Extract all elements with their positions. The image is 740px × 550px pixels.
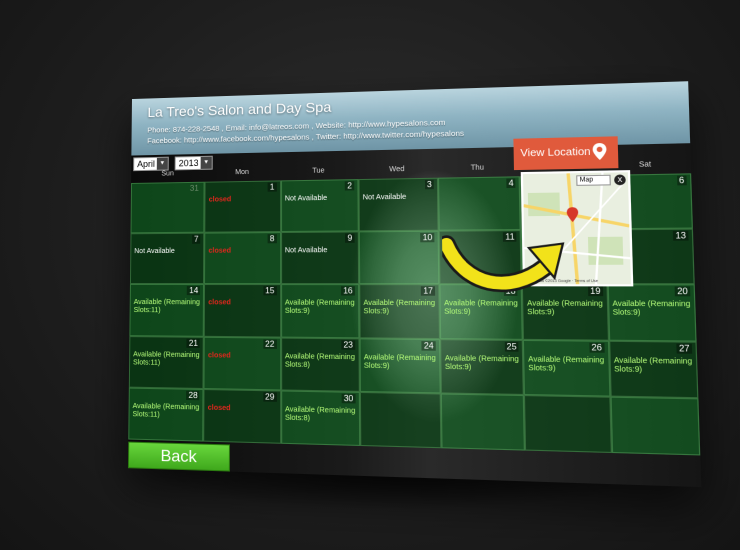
- day-number: 23: [341, 339, 356, 350]
- day-number: 28: [186, 390, 200, 401]
- calendar-day-cell: 8 closed: [204, 232, 281, 285]
- view-location-label: View Location: [520, 146, 591, 160]
- day-status[interactable]: Available (Remaining Slots:9): [528, 356, 608, 375]
- month-select-value: April: [137, 158, 155, 170]
- calendar-day-cell: 22 closed: [203, 336, 281, 391]
- year-select-value: 2013: [178, 158, 199, 169]
- day-number: 6: [676, 175, 687, 186]
- calendar-day-cell[interactable]: 30 Available (Remaining Slots:8): [280, 390, 361, 446]
- calendar-day-cell[interactable]: 25 Available (Remaining Slots:9): [440, 338, 525, 395]
- calendar-day-cell[interactable]: 24 Available (Remaining Slots:9): [359, 337, 441, 394]
- year-select[interactable]: 2013 ▾: [174, 155, 213, 171]
- map-type-select[interactable]: Map: [576, 174, 611, 186]
- day-number: 9: [345, 233, 355, 243]
- day-status[interactable]: Available (Remaining Slots:8): [285, 353, 359, 371]
- day-number: 13: [672, 230, 689, 241]
- day-number: 20: [674, 286, 691, 297]
- calendar-day-cell: 2 Not Available: [280, 179, 359, 233]
- calendar-day-cell[interactable]: 14 Available (Remaining Slots:11): [129, 284, 205, 337]
- day-status[interactable]: Available (Remaining Slots:9): [612, 301, 694, 319]
- calendar-day-cell: [440, 393, 526, 451]
- day-status: Not Available: [284, 194, 328, 203]
- day-status: closed: [207, 404, 231, 413]
- day-status[interactable]: Available (Remaining Slots:8): [285, 406, 359, 425]
- day-status: Not Available: [284, 247, 328, 255]
- day-status[interactable]: Available (Remaining Slots:9): [614, 357, 697, 376]
- day-number: 29: [262, 391, 277, 402]
- map-pin-icon: [592, 142, 607, 161]
- day-status[interactable]: Available (Remaining Slots:11): [134, 299, 204, 315]
- calendar-day-cell: 7 Not Available: [129, 232, 205, 285]
- day-status: closed: [208, 196, 232, 204]
- view-location-button[interactable]: View Location: [513, 136, 619, 171]
- weekday-label: Tue: [312, 167, 325, 175]
- day-number: 19: [587, 286, 603, 297]
- calendar-day-cell[interactable]: 26 Available (Remaining Slots:9): [523, 339, 611, 397]
- day-number: 10: [420, 233, 435, 243]
- calendar-day-cell: [610, 396, 701, 456]
- day-status[interactable]: Available (Remaining Slots:9): [364, 354, 440, 372]
- calendar-day-cell: 29 closed: [203, 388, 281, 444]
- day-number: 26: [589, 342, 605, 353]
- day-status[interactable]: Available (Remaining Slots:9): [363, 300, 438, 317]
- calendar-panel: La Treo's Salon and Day Spa Phone: 874-2…: [127, 81, 702, 488]
- calendar-day-cell: 3 Not Available: [358, 177, 439, 232]
- day-number: 21: [186, 338, 200, 348]
- day-number: 15: [263, 286, 277, 296]
- day-number: 27: [676, 343, 693, 354]
- day-number: 4: [506, 178, 516, 189]
- day-number: 1: [267, 182, 277, 192]
- day-status: closed: [208, 247, 232, 255]
- calendar-day-cell[interactable]: 20 Available (Remaining Slots:9): [607, 284, 697, 342]
- calendar-day-cell: 31: [130, 181, 205, 234]
- day-number: 2: [345, 181, 355, 191]
- chevron-down-icon: ▾: [156, 157, 168, 170]
- day-status[interactable]: Available (Remaining Slots:9): [285, 300, 358, 317]
- day-number: 14: [187, 286, 201, 296]
- day-status[interactable]: Available (Remaining Slots:11): [132, 403, 202, 421]
- day-status[interactable]: Available (Remaining Slots:9): [445, 355, 523, 373]
- day-number: 8: [267, 234, 277, 244]
- calendar-day-cell: 10: [358, 230, 440, 285]
- calendar-day-cell[interactable]: 28 Available (Remaining Slots:11): [128, 387, 204, 442]
- day-number: 17: [421, 286, 436, 297]
- day-number: 24: [421, 340, 436, 351]
- day-number: 31: [189, 183, 199, 193]
- day-status: closed: [208, 299, 231, 307]
- calendar-day-cell: 1 closed: [204, 180, 281, 233]
- day-number: 3: [424, 179, 434, 190]
- day-status: Not Available: [362, 193, 407, 202]
- calendar-day-cell: [359, 391, 442, 449]
- calendar-day-cell[interactable]: 23 Available (Remaining Slots:8): [280, 337, 360, 392]
- day-status: Not Available: [134, 248, 175, 256]
- weekday-label: Wed: [389, 165, 405, 174]
- month-select[interactable]: April ▾: [133, 156, 169, 172]
- day-number: 22: [263, 339, 277, 349]
- day-status: closed: [208, 351, 231, 360]
- curved-arrow-icon: [442, 211, 578, 308]
- day-number: 16: [340, 286, 355, 296]
- calendar-day-cell[interactable]: 21 Available (Remaining Slots:11): [128, 335, 205, 389]
- day-number: 7: [191, 234, 201, 244]
- calendar-day-cell[interactable]: 16 Available (Remaining Slots:9): [280, 284, 360, 338]
- day-number: 25: [504, 341, 519, 352]
- weekday-label: Sun: [161, 170, 174, 178]
- calendar-day-cell: [524, 394, 612, 454]
- back-button[interactable]: Back: [127, 441, 230, 472]
- calendar-day-cell[interactable]: 27 Available (Remaining Slots:9): [608, 340, 699, 399]
- chevron-down-icon: ▾: [200, 156, 212, 169]
- day-number: 30: [341, 393, 356, 404]
- weekday-label: Thu: [470, 164, 485, 172]
- salon-title: La Treo's Salon and Day Spa: [147, 98, 332, 120]
- calendar-day-cell[interactable]: 17 Available (Remaining Slots:9): [358, 284, 441, 339]
- calendar-day-cell: 15 closed: [204, 284, 281, 338]
- weekday-label: Mon: [235, 168, 249, 177]
- day-status[interactable]: Available (Remaining Slots:11): [133, 351, 203, 368]
- calendar-day-cell: 9 Not Available: [280, 231, 359, 285]
